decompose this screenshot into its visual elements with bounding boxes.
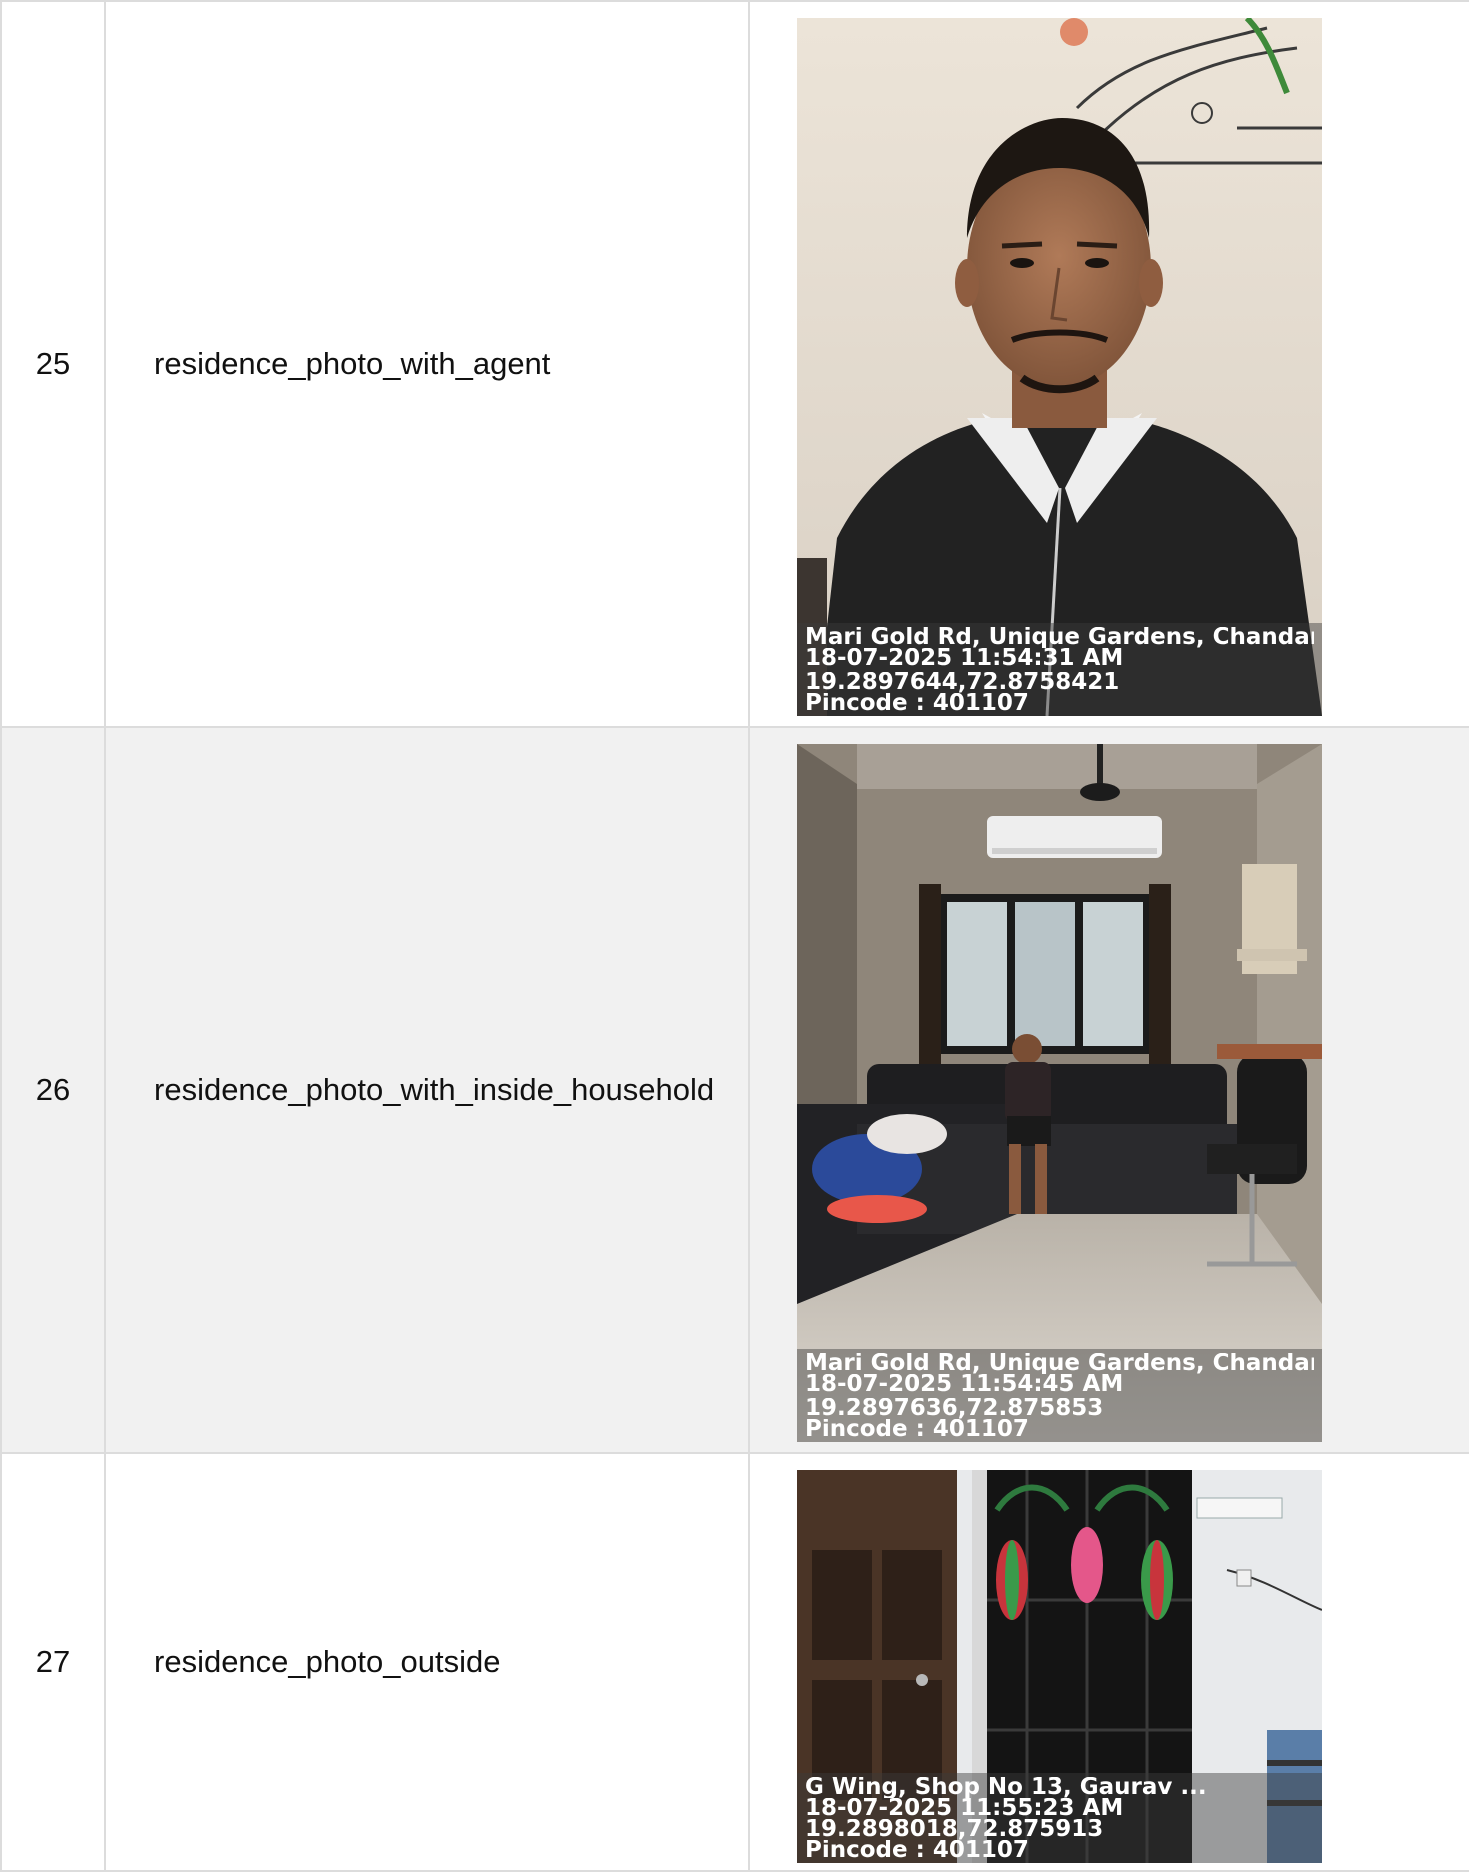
interior-image [797,744,1322,1442]
geo-stamp: Mari Gold Rd, Unique Gardens, Chandan ..… [797,623,1322,716]
stamp-pincode: Pincode : 401107 [805,693,1029,714]
stamp-coordinates: 19.2897636,72.875853 [805,1398,1104,1419]
residence-outside-photo[interactable]: G Wing, Shop No 13, Gaurav ... 18-07-202… [797,1470,1322,1863]
stamp-coordinates: 19.2897644,72.8758421 [805,672,1120,693]
household-interior-photo[interactable]: Mari Gold Rd, Unique Gardens, Chandan ..… [797,744,1322,1442]
stamp-address: G Wing, Shop No 13, Gaurav ... [805,1777,1207,1798]
stamp-datetime: 18-07-2025 11:55:23 AM [805,1798,1124,1819]
geo-stamp: G Wing, Shop No 13, Gaurav ... 18-07-202… [797,1773,1322,1863]
stamp-datetime: 18-07-2025 11:54:31 AM [805,648,1124,669]
stamp-address: Mari Gold Rd, Unique Gardens, Chandan ..… [805,627,1314,648]
stamp-address: Mari Gold Rd, Unique Gardens, Chandan ..… [805,1353,1314,1374]
agent-selfie-photo[interactable]: Mari Gold Rd, Unique Gardens, Chandan ..… [797,18,1322,716]
row-number: 26 [0,726,106,1454]
stamp-pincode: Pincode : 401107 [805,1419,1029,1440]
photo-cell: Mari Gold Rd, Unique Gardens, Chandan ..… [748,0,1469,728]
row-label: residence_photo_outside [104,1452,750,1872]
row-label: residence_photo_with_inside_household [104,726,750,1454]
table-row: 26 residence_photo_with_inside_household [0,726,1469,1454]
document-table: 25 residence_photo_with_agent Mari Gold … [0,0,1469,1872]
stamp-coordinates: 19.2898018,72.875913 [805,1819,1104,1840]
row-number: 27 [0,1452,106,1872]
stamp-datetime: 18-07-2025 11:54:45 AM [805,1374,1124,1395]
photo-cell: Mari Gold Rd, Unique Gardens, Chandan ..… [748,726,1469,1454]
row-label: residence_photo_with_agent [104,0,750,728]
selfie-image [797,18,1322,716]
photo-cell: G Wing, Shop No 13, Gaurav ... 18-07-202… [748,1452,1469,1872]
stamp-pincode: Pincode : 401107 [805,1840,1029,1861]
table-row: 27 residence_photo_outside G Wing, Shop … [0,1452,1469,1872]
table-row: 25 residence_photo_with_agent Mari Gold … [0,0,1469,728]
geo-stamp: Mari Gold Rd, Unique Gardens, Chandan ..… [797,1349,1322,1442]
row-number: 25 [0,0,106,728]
